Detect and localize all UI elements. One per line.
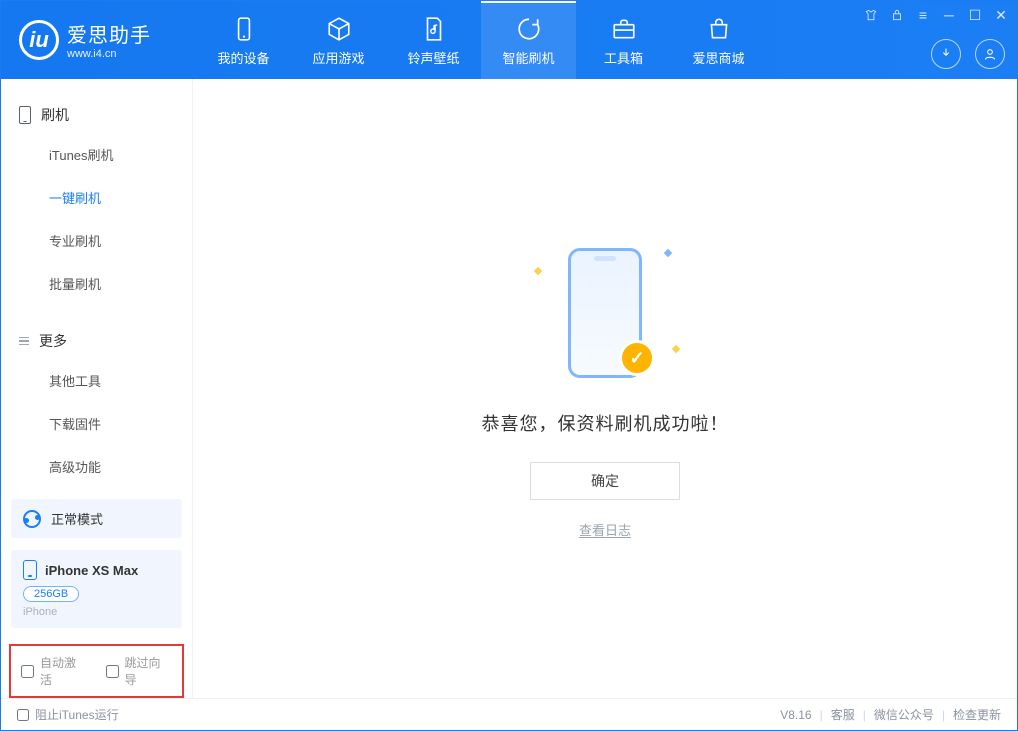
check-badge-icon: ✓ xyxy=(619,340,655,376)
close-button[interactable]: ✕ xyxy=(993,7,1009,23)
app-name: 爱思助手 xyxy=(67,19,151,48)
ok-button[interactable]: 确定 xyxy=(530,462,680,500)
sidebar-section-more: 更多 xyxy=(1,323,192,359)
check-update-link[interactable]: 检查更新 xyxy=(953,706,1001,723)
sidebar-item-batch-flash[interactable]: 批量刷机 xyxy=(1,262,192,305)
success-illustration: ✓ xyxy=(525,238,685,388)
sidebar-item-other-tools[interactable]: 其他工具 xyxy=(1,359,192,402)
lock-icon[interactable] xyxy=(889,7,905,23)
minimize-button[interactable]: ─ xyxy=(941,7,957,23)
body: 刷机 iTunes刷机 一键刷机 专业刷机 批量刷机 更多 其他工具 下载固件 … xyxy=(1,79,1017,698)
menu-icon[interactable]: ≡ xyxy=(915,7,931,23)
maximize-button[interactable]: ☐ xyxy=(967,7,983,23)
success-message: 恭喜您，保资料刷机成功啦！ xyxy=(482,410,729,436)
footer-right: V8.16 | 客服 | 微信公众号 | 检查更新 xyxy=(780,706,1001,723)
mode-label: 正常模式 xyxy=(51,509,103,528)
logo-icon: iu xyxy=(19,20,59,60)
refresh-shield-icon xyxy=(516,16,542,42)
sidebar-item-itunes-flash[interactable]: iTunes刷机 xyxy=(1,133,192,176)
nav-apps-games[interactable]: 应用游戏 xyxy=(291,1,386,79)
storage-badge: 256GB xyxy=(23,586,79,602)
sidebar-item-pro-flash[interactable]: 专业刷机 xyxy=(1,219,192,262)
header-right-icons xyxy=(931,39,1005,69)
wechat-link[interactable]: 微信公众号 xyxy=(874,706,934,723)
device-card[interactable]: iPhone XS Max 256GB iPhone xyxy=(11,550,182,628)
toolbox-icon xyxy=(611,16,637,42)
sidebar-item-advanced[interactable]: 高级功能 xyxy=(1,445,192,488)
logo-block[interactable]: iu 爱思助手 www.i4.cn xyxy=(1,1,196,60)
bag-icon xyxy=(706,16,732,42)
list-icon xyxy=(19,337,29,346)
version-label: V8.16 xyxy=(780,708,811,722)
nav-store[interactable]: 爱思商城 xyxy=(671,1,766,79)
app-url: www.i4.cn xyxy=(67,48,151,60)
nav-toolbox[interactable]: 工具箱 xyxy=(576,1,671,79)
top-nav: 我的设备 应用游戏 铃声壁纸 智能刷机 工具箱 爱思商城 xyxy=(196,1,766,79)
music-file-icon xyxy=(421,16,447,42)
skip-guide-checkbox[interactable]: 跳过向导 xyxy=(106,654,173,688)
shirt-icon[interactable] xyxy=(863,7,879,23)
sidebar-item-download-firmware[interactable]: 下载固件 xyxy=(1,402,192,445)
app-window: iu 爱思助手 www.i4.cn 我的设备 应用游戏 铃声壁纸 智能刷机 xyxy=(0,0,1018,731)
mode-card[interactable]: 正常模式 xyxy=(11,499,182,538)
options-highlight-box: 自动激活 跳过向导 xyxy=(9,644,184,698)
sidebar-item-oneclick-flash[interactable]: 一键刷机 xyxy=(1,176,192,219)
device-name: iPhone XS Max xyxy=(45,563,138,578)
phone-small-icon xyxy=(23,560,37,580)
nav-ringtone-wallpaper[interactable]: 铃声壁纸 xyxy=(386,1,481,79)
auto-activate-checkbox[interactable]: 自动激活 xyxy=(21,654,88,688)
rotate-icon xyxy=(23,510,41,528)
view-log-link[interactable]: 查看日志 xyxy=(579,520,631,539)
phone-icon xyxy=(231,16,257,42)
block-itunes-checkbox[interactable]: 阻止iTunes运行 xyxy=(17,706,119,723)
window-controls: ≡ ─ ☐ ✕ xyxy=(863,7,1009,23)
nav-my-device[interactable]: 我的设备 xyxy=(196,1,291,79)
sidebar-section-flash: 刷机 xyxy=(1,97,192,133)
header: iu 爱思助手 www.i4.cn 我的设备 应用游戏 铃声壁纸 智能刷机 xyxy=(1,1,1017,79)
support-link[interactable]: 客服 xyxy=(831,706,855,723)
device-type: iPhone xyxy=(23,606,170,618)
cube-icon xyxy=(326,16,352,42)
nav-smart-flash[interactable]: 智能刷机 xyxy=(481,1,576,79)
footer: 阻止iTunes运行 V8.16 | 客服 | 微信公众号 | 检查更新 xyxy=(1,698,1017,730)
phone-small-icon xyxy=(19,106,31,124)
user-icon[interactable] xyxy=(975,39,1005,69)
download-icon[interactable] xyxy=(931,39,961,69)
main-content: ✓ 恭喜您，保资料刷机成功啦！ 确定 查看日志 xyxy=(193,79,1017,698)
sidebar: 刷机 iTunes刷机 一键刷机 专业刷机 批量刷机 更多 其他工具 下载固件 … xyxy=(1,79,193,698)
